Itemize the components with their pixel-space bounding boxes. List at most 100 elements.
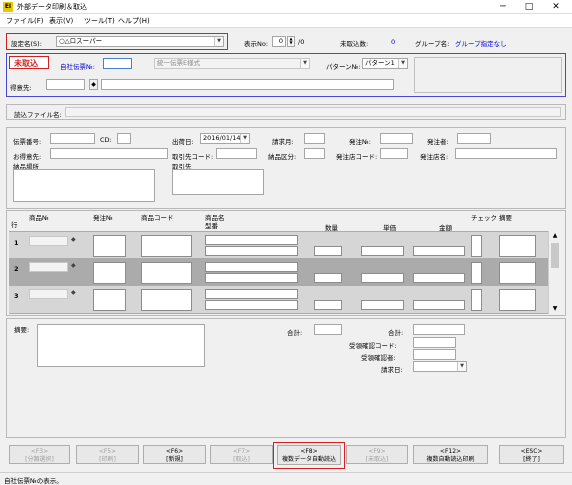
- search-icon[interactable]: ◆: [89, 79, 98, 90]
- status-badge: 未取込: [14, 59, 38, 68]
- calendar-chevron-icon[interactable]: ▼: [240, 134, 249, 143]
- search-icon[interactable]: ◆: [71, 289, 76, 296]
- check-cell[interactable]: [471, 235, 482, 257]
- quantity-cell[interactable]: [314, 246, 342, 256]
- amount-cell[interactable]: [413, 246, 465, 256]
- col-row: 行: [11, 221, 18, 229]
- model-cell[interactable]: [205, 246, 298, 256]
- calendar-chevron-icon[interactable]: ▼: [457, 362, 466, 371]
- remarks-cell[interactable]: [499, 289, 536, 311]
- delivery-class-input[interactable]: [304, 148, 325, 159]
- amount-cell[interactable]: [413, 273, 465, 283]
- order-store-code-input[interactable]: [380, 148, 408, 159]
- f3-key: <F3>: [30, 448, 49, 455]
- confirmer-label: 受領確認者:: [361, 354, 396, 362]
- menu-help[interactable]: ヘルプ(H): [118, 16, 150, 26]
- product-name-cell[interactable]: [205, 289, 298, 299]
- delivery-class-label: 納品区分:: [268, 153, 297, 161]
- close-icon[interactable]: ✕: [543, 0, 569, 14]
- scroll-up-icon[interactable]: ▲: [549, 231, 561, 241]
- remarks-cell[interactable]: [499, 262, 536, 284]
- new-button[interactable]: <F6> [新規]: [143, 445, 206, 464]
- billing-date-input[interactable]: ▼: [413, 361, 467, 372]
- customer-code-input[interactable]: [46, 79, 85, 90]
- check-cell[interactable]: [471, 262, 482, 284]
- maximize-icon[interactable]: □: [516, 0, 542, 14]
- cd-label: CD:: [100, 136, 112, 144]
- menu-file[interactable]: ファイル(F): [6, 16, 44, 26]
- product-code-cell[interactable]: [141, 262, 192, 284]
- menu-tools[interactable]: ツール(T): [84, 16, 115, 26]
- scroll-thumb[interactable]: [551, 243, 559, 268]
- cd-input[interactable]: [117, 133, 131, 144]
- billing-month-input[interactable]: [304, 133, 325, 144]
- file-name-input: [65, 107, 561, 117]
- model-cell[interactable]: [205, 300, 298, 310]
- window-title: 外部データ印刷＆取込: [17, 3, 87, 11]
- chevron-down-icon[interactable]: ▼: [214, 37, 223, 46]
- total-amount-input[interactable]: [413, 324, 465, 335]
- product-no-input: [29, 262, 68, 272]
- display-no-input[interactable]: 0: [272, 36, 286, 47]
- setting-select[interactable]: ○△ロスーパー ▼: [56, 36, 224, 47]
- search-icon[interactable]: ◆: [71, 262, 76, 269]
- row-number: 2: [14, 265, 19, 273]
- model-cell[interactable]: [205, 273, 298, 283]
- f7-label: [取込]: [233, 456, 250, 463]
- unit-price-cell[interactable]: [361, 246, 404, 256]
- trade-partner-input[interactable]: [172, 169, 264, 195]
- app-icon: EI: [3, 2, 13, 12]
- delivery-place-input[interactable]: [13, 169, 155, 202]
- confirm-code-input[interactable]: [413, 337, 456, 348]
- slip-no-input[interactable]: [103, 58, 132, 69]
- amount-cell[interactable]: [413, 300, 465, 310]
- slip-number-label: 伝票番号:: [13, 138, 42, 146]
- total-quantity-input[interactable]: [314, 324, 342, 335]
- multi-auto-import-button[interactable]: <F8> 複数データ自動読込: [277, 445, 341, 465]
- billing-month-label: 請求月:: [272, 138, 294, 146]
- order-no-cell[interactable]: [93, 289, 126, 311]
- exit-button[interactable]: <ESC> [終了]: [499, 445, 564, 464]
- menu-view[interactable]: 表示(V): [49, 16, 73, 26]
- grid-scrollbar[interactable]: ▲ ▼: [548, 231, 560, 314]
- product-name-cell[interactable]: [205, 235, 298, 245]
- confirmer-input[interactable]: [413, 349, 456, 360]
- slip-number-input[interactable]: [50, 133, 95, 144]
- chevron-down-icon: ▼: [300, 59, 309, 68]
- order-no-cell[interactable]: [93, 262, 126, 284]
- pattern-value: パターン1: [365, 59, 395, 67]
- col-product-no: 商品№: [29, 214, 49, 222]
- check-cell[interactable]: [471, 289, 482, 311]
- order-store-name-input[interactable]: [455, 148, 557, 159]
- f3-label: [分類選択]: [25, 456, 54, 463]
- unit-price-cell[interactable]: [361, 273, 404, 283]
- quantity-cell[interactable]: [314, 273, 342, 283]
- remarks-textarea[interactable]: [37, 324, 205, 367]
- remarks-cell[interactable]: [499, 235, 536, 257]
- product-name-cell[interactable]: [205, 262, 298, 272]
- multi-auto-print-button[interactable]: <F12> 複数自動読込印刷: [413, 445, 488, 464]
- confirm-code-label: 受領確認コード:: [349, 342, 397, 350]
- chevron-down-icon[interactable]: ▼: [398, 59, 407, 68]
- customer2-input[interactable]: [50, 148, 168, 159]
- info-panel: [414, 57, 562, 93]
- order-no-cell[interactable]: [93, 235, 126, 257]
- spinner-icon[interactable]: ▲ ▼: [287, 36, 295, 47]
- pattern-select[interactable]: パターン1 ▼: [362, 58, 408, 69]
- product-code-cell[interactable]: [141, 289, 192, 311]
- scroll-down-icon[interactable]: ▼: [549, 304, 561, 314]
- unit-price-cell[interactable]: [361, 300, 404, 310]
- minimize-icon[interactable]: ─: [490, 0, 516, 14]
- order-no-input[interactable]: [380, 133, 413, 144]
- orderer-input[interactable]: [457, 133, 491, 144]
- customer-name-input[interactable]: [101, 79, 394, 90]
- orderer-label: 発注者:: [427, 138, 449, 146]
- esc-label: [終了]: [523, 456, 540, 463]
- product-no-input: [29, 236, 68, 246]
- trade-code-input[interactable]: [216, 148, 257, 159]
- product-code-cell[interactable]: [141, 235, 192, 257]
- esc-key: <ESC>: [520, 448, 543, 455]
- search-icon[interactable]: ◆: [71, 236, 76, 243]
- ship-date-input[interactable]: 2016/01/14 ▼: [200, 133, 250, 144]
- quantity-cell[interactable]: [314, 300, 342, 310]
